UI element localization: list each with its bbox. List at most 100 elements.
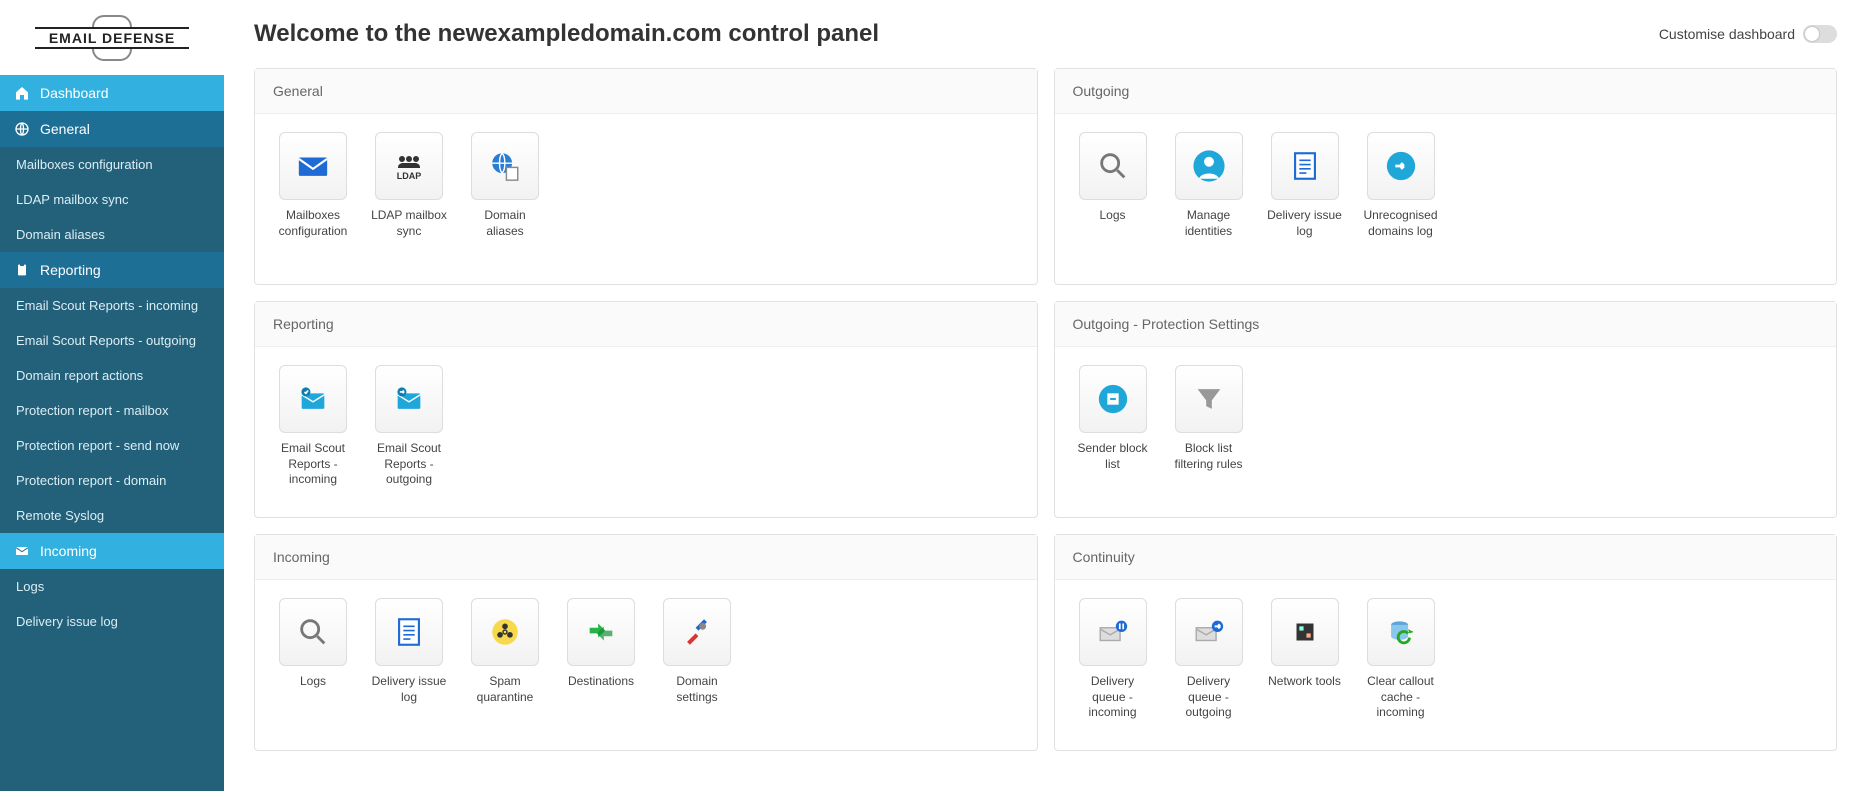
tile-ldap-mailbox-sync[interactable]: LDAP LDAP mailbox sync [369,132,449,266]
tile-label: Delivery issue log [1265,208,1345,239]
sidebar-section-label: General [40,121,90,137]
tile-clear-callout-cache-incoming[interactable]: Clear callout cache - incoming [1361,598,1441,732]
tile-label: Spam quarantine [465,674,545,705]
tile-delivery-queue-incoming[interactable]: Delivery queue - incoming [1073,598,1153,732]
tile-label: Sender block list [1073,441,1153,472]
db-refresh-icon [1367,598,1435,666]
tile-label: Manage identities [1169,208,1249,239]
panel-outgoing-protection-settings: Outgoing - Protection Settings Sender blo… [1054,301,1838,518]
tile-network-tools[interactable]: Network tools [1265,598,1345,732]
arrow-circle-icon [1367,132,1435,200]
tile-delivery-queue-outgoing[interactable]: Delivery queue - outgoing [1169,598,1249,732]
tile-label: Email Scout Reports - outgoing [369,441,449,488]
tile-spam-quarantine[interactable]: Spam quarantine [465,598,545,732]
sidebar-item[interactable]: Email Scout Reports - outgoing [0,323,224,358]
sidebar-item[interactable]: LDAP mailbox sync [0,182,224,217]
tile-destinations[interactable]: Destinations [561,598,641,732]
sidebar-section-label: Reporting [40,262,101,278]
panel-continuity: Continuity Delivery queue - incoming Deliv… [1054,534,1838,751]
globe-doc-icon [471,132,539,200]
sidebar-item[interactable]: Remote Syslog [0,498,224,533]
tile-label: Domain settings [657,674,737,705]
sidebar-section-general[interactable]: General [0,111,224,147]
sidebar-item[interactable]: Protection report - domain [0,463,224,498]
tile-label: Unrecognised domains log [1361,208,1441,239]
tile-label: Email Scout Reports - incoming [273,441,353,488]
panel-incoming: Incoming Logs Delivery issue log Spam quara… [254,534,1038,751]
network-icon [1271,598,1339,666]
page-title: Welcome to the newexampledomain.com cont… [254,20,879,48]
mail-out-icon [375,365,443,433]
envelope-icon [279,132,347,200]
tile-label: Mailboxes configuration [273,208,353,239]
tile-email-scout-reports-outgoing[interactable]: Email Scout Reports - outgoing [369,365,449,499]
customise-label: Customise dashboard [1659,26,1795,42]
panel-general: GeneralMailboxes configurationLDAPLDAP m… [254,68,1038,285]
panel-title: Incoming [255,535,1037,580]
sidebar-item[interactable]: Mailboxes configuration [0,147,224,182]
tile-sender-block-list[interactable]: Sender block list [1073,365,1153,499]
sidebar-item[interactable]: Email Scout Reports - incoming [0,288,224,323]
globe-icon [14,121,30,137]
sidebar-section-label: Dashboard [40,85,109,101]
biohazard-icon [471,598,539,666]
logo-text: EMAIL DEFENSE [35,27,189,49]
tile-delivery-issue-log[interactable]: Delivery issue log [369,598,449,732]
home-icon [14,85,30,101]
sidebar-section-dashboard[interactable]: Dashboard [0,75,224,111]
mail-in-icon [279,365,347,433]
tile-label: Clear callout cache - incoming [1361,674,1441,721]
tile-label: Logs [1099,208,1125,224]
logo: EMAIL DEFENSE [0,0,224,75]
sidebar-section-incoming[interactable]: Incoming [0,533,224,569]
queue-in-icon [1079,598,1147,666]
sidebar-section-reporting[interactable]: Reporting [0,252,224,288]
tile-label: Delivery queue - incoming [1073,674,1153,721]
panel-title: Reporting [255,302,1037,347]
tile-label: LDAP mailbox sync [369,208,449,239]
sidebar-item[interactable]: Delivery issue log [0,604,224,639]
sidebar-item[interactable]: Protection report - send now [0,428,224,463]
queue-out-icon [1175,598,1243,666]
panel-outgoing: Outgoing Logs Manage identities Delivery is… [1054,68,1838,285]
tile-label: Logs [300,674,326,690]
clipboard-icon [14,262,30,278]
sidebar-item[interactable]: Domain report actions [0,358,224,393]
main-content: Welcome to the newexampledomain.com cont… [224,0,1867,791]
sidebar-item[interactable]: Domain aliases [0,217,224,252]
tile-domain-settings[interactable]: Domain settings [657,598,737,732]
ldap-icon: LDAP [375,132,443,200]
sidebar-section-label: Incoming [40,543,97,559]
tile-manage-identities[interactable]: Manage identities [1169,132,1249,266]
magnifier-icon [279,598,347,666]
tile-label: Delivery queue - outgoing [1169,674,1249,721]
panel-title: Outgoing - Protection Settings [1055,302,1837,347]
magnifier-icon [1079,132,1147,200]
arrows-icon [567,598,635,666]
funnel-icon [1175,365,1243,433]
person-icon [1175,132,1243,200]
tile-label: Destinations [568,674,634,690]
panel-title: Continuity [1055,535,1837,580]
sidebar-item[interactable]: Logs [0,569,224,604]
panel-title: Outgoing [1055,69,1837,114]
tile-logs[interactable]: Logs [1073,132,1153,266]
tile-email-scout-reports-incoming[interactable]: Email Scout Reports - incoming [273,365,353,499]
doc-lines-icon [375,598,443,666]
customise-toggle[interactable] [1803,25,1837,43]
tile-mailboxes-configuration[interactable]: Mailboxes configuration [273,132,353,266]
tools-icon [663,598,731,666]
customise-dashboard[interactable]: Customise dashboard [1659,25,1837,43]
tile-block-list-filtering-rules[interactable]: Block list filtering rules [1169,365,1249,499]
tile-domain-aliases[interactable]: Domain aliases [465,132,545,266]
envelope-icon [14,543,30,559]
blocklist-icon [1079,365,1147,433]
tile-logs[interactable]: Logs [273,598,353,732]
doc-lines-icon [1271,132,1339,200]
tile-label: Network tools [1268,674,1341,690]
tile-label: Domain aliases [465,208,545,239]
sidebar-item[interactable]: Protection report - mailbox [0,393,224,428]
tile-unrecognised-domains-log[interactable]: Unrecognised domains log [1361,132,1441,266]
tile-delivery-issue-log[interactable]: Delivery issue log [1265,132,1345,266]
tile-label: Delivery issue log [369,674,449,705]
